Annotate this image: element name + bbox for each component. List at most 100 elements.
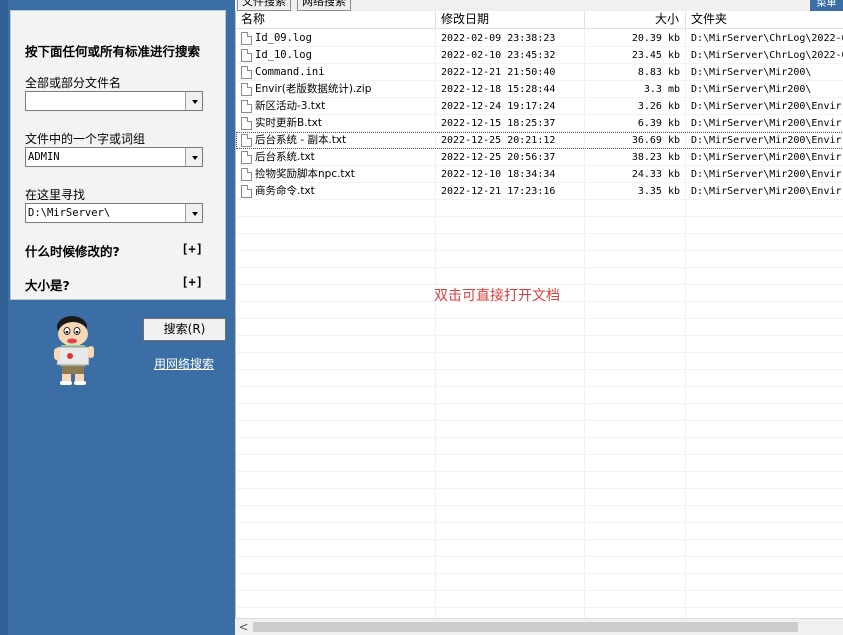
file-icon <box>241 185 252 198</box>
file-name: Id_10.log <box>255 49 312 61</box>
row-gridline <box>236 335 843 336</box>
row-gridline <box>236 488 843 489</box>
row-gridline <box>236 369 843 370</box>
tab-web-search[interactable]: 网络搜索 <box>297 0 351 11</box>
content-label: 文件中的一个字或词组 <box>25 132 146 146</box>
modified-section-label[interactable]: 什么时候修改的? <box>25 241 120 260</box>
column-divider[interactable] <box>685 11 686 29</box>
file-name: 商务命令.txt <box>255 185 315 197</box>
file-size: 3.3 mb <box>643 84 680 95</box>
row-gridline <box>236 386 843 387</box>
file-modified-date: 2022-12-25 20:21:12 <box>441 135 556 146</box>
file-row[interactable]: 捡物奖励脚本npc.txt 2022-12-10 18:34:34 24.33 kb… <box>236 166 843 183</box>
file-name: Envir(老版数据统计).zip <box>255 83 372 95</box>
size-section-label[interactable]: 大小是? <box>25 275 70 294</box>
file-row[interactable]: 商务命令.txt 2022-12-21 17:23:16 3.35 kb D:\Mir… <box>236 183 843 200</box>
row-gridline <box>236 267 843 268</box>
row-gridline <box>236 437 843 438</box>
file-modified-date: 2022-02-09 23:38:23 <box>441 33 556 44</box>
content-dropdown-arrow-icon[interactable] <box>185 148 202 166</box>
results-list[interactable]: 名称 修改日期 大小 文件夹 Id_09.log 2022-02-09 23:38… <box>235 11 843 618</box>
file-row[interactable]: Envir(老版数据统计).zip 2022-12-18 15:28:44 3.3 … <box>236 81 843 98</box>
file-row[interactable]: 新区活动-3.txt 2022-12-24 19:17:24 3.26 kb D:\M… <box>236 98 843 115</box>
file-folder: D:\MirServer\Mir200\Envir <box>691 169 842 180</box>
file-icon <box>241 151 252 164</box>
file-icon <box>241 83 252 96</box>
row-gridline <box>236 607 843 608</box>
row-gridline <box>236 522 843 523</box>
file-row[interactable]: Command.ini 2022-12-21 21:50:40 8.83 kb D:\… <box>236 64 843 81</box>
file-row[interactable]: 后台系统.txt 2022-12-25 20:56:37 38.23 kb D:\Mi… <box>236 149 843 166</box>
search-button[interactable]: 搜索(R) <box>143 318 226 341</box>
file-row[interactable]: Id_10.log 2022-02-10 23:45:32 23.45 kb D:\M… <box>236 47 843 64</box>
location-combo[interactable]: D:\MirServer\ <box>25 203 203 223</box>
file-size: 36.69 kb <box>631 135 680 146</box>
tab-file-search[interactable]: 文件搜索 <box>237 0 291 11</box>
file-modified-date: 2022-12-10 18:34:34 <box>441 169 556 180</box>
file-modified-date: 2022-02-10 23:45:32 <box>441 50 556 61</box>
column-divider[interactable] <box>584 11 585 29</box>
location-dropdown-arrow-icon[interactable] <box>185 204 202 222</box>
horizontal-scrollbar[interactable]: < <box>235 618 843 635</box>
file-row[interactable]: 实时更新B.txt 2022-12-15 18:25:37 6.39 kb D:\Mi… <box>236 115 843 132</box>
tab-strip: 文件搜索 网络搜索 <box>235 0 843 11</box>
file-name: 后台系统 - 副本.txt <box>255 134 347 146</box>
file-modified-date: 2022-12-15 18:25:37 <box>441 118 556 129</box>
file-icon <box>241 66 252 79</box>
file-icon <box>241 49 252 62</box>
row-gridline <box>236 318 843 319</box>
row-gridline <box>236 454 843 455</box>
file-size: 6.39 kb <box>637 118 680 129</box>
row-gridline <box>236 420 843 421</box>
file-folder: D:\MirServer\ChrLog\2022-0 <box>691 33 843 44</box>
filename-combo[interactable] <box>25 91 203 111</box>
column-header-name[interactable]: 名称 <box>241 11 265 29</box>
scrollbar-thumb[interactable] <box>253 622 798 632</box>
row-gridline <box>236 233 843 234</box>
content-combo[interactable]: ADMIN <box>25 147 203 167</box>
file-folder: D:\MirServer\Mir200\ <box>691 84 812 95</box>
file-name: Id_09.log <box>255 32 312 44</box>
file-row[interactable]: 后台系统 - 副本.txt 2022-12-25 20:21:12 36.69 kb… <box>236 132 843 149</box>
file-name: 实时更新B.txt <box>255 117 322 129</box>
location-label: 在这里寻找 <box>25 188 86 202</box>
file-name: 后台系统.txt <box>255 151 315 163</box>
double-click-hint: 双击可直接打开文档 <box>434 288 560 304</box>
file-folder: D:\MirServer\Mir200\Envir <box>691 101 842 112</box>
search-criteria-title: 按下面任何或所有标准进行搜索 <box>25 44 201 59</box>
file-icon <box>241 134 252 147</box>
file-size: 3.35 kb <box>637 186 680 197</box>
row-gridline <box>236 403 843 404</box>
content-value[interactable]: ADMIN <box>28 151 60 163</box>
size-expand-button[interactable]: [+] <box>181 275 203 289</box>
row-gridline <box>236 352 843 353</box>
modified-expand-button[interactable]: [+] <box>181 242 203 256</box>
column-divider[interactable] <box>435 11 436 29</box>
row-gridline <box>236 556 843 557</box>
column-header-date[interactable]: 修改日期 <box>441 11 489 29</box>
file-icon <box>241 168 252 181</box>
location-value[interactable]: D:\MirServer\ <box>28 207 110 219</box>
row-gridline <box>236 471 843 472</box>
file-folder: D:\MirServer\Mir200\ <box>691 67 812 78</box>
file-size: 3.26 kb <box>637 101 680 112</box>
file-size: 20.39 kb <box>631 33 680 44</box>
file-modified-date: 2022-12-18 15:28:44 <box>441 84 556 95</box>
file-size: 23.45 kb <box>631 50 680 61</box>
list-header: 名称 修改日期 大小 文件夹 <box>236 11 843 29</box>
filename-dropdown-arrow-icon[interactable] <box>185 92 202 110</box>
file-icon <box>241 32 252 45</box>
file-row[interactable]: Id_09.log 2022-02-09 23:38:23 20.39 kb D:\M… <box>236 30 843 47</box>
column-header-size[interactable]: 大小 <box>655 11 679 29</box>
file-folder: D:\MirServer\Mir200\Envir <box>691 186 842 197</box>
column-header-folder[interactable]: 文件夹 <box>691 11 727 29</box>
file-modified-date: 2022-12-25 20:56:37 <box>441 152 556 163</box>
row-gridline <box>236 505 843 506</box>
file-icon <box>241 117 252 130</box>
row-gridline <box>236 216 843 217</box>
filename-label: 全部或部分文件名 <box>25 76 122 90</box>
menu-button[interactable]: 菜单 <box>810 0 843 11</box>
scroll-left-icon[interactable]: < <box>235 619 252 635</box>
web-search-link[interactable]: 用网络搜索 <box>154 355 214 372</box>
file-folder: D:\MirServer\Mir200\Envir <box>691 152 842 163</box>
